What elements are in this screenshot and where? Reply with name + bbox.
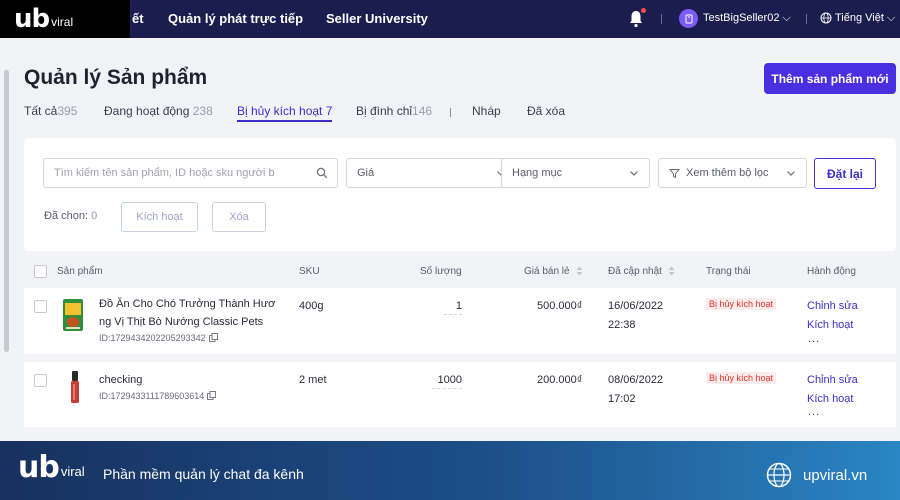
promo-banner: ub viral Phần mềm quản lý chat đa kênh u… bbox=[0, 441, 900, 500]
copy-icon[interactable] bbox=[207, 391, 217, 400]
nav-divider bbox=[661, 14, 662, 24]
filter-panel: Giá Hạng mục Xem thêm bộ lọc Đặt lại Đã … bbox=[24, 138, 896, 251]
updated-time: 22:38 bbox=[608, 319, 636, 331]
activate-link[interactable]: Kích hoạt bbox=[807, 393, 853, 405]
nav-item-cut[interactable]: ết bbox=[132, 11, 144, 26]
tab-deleted[interactable]: Đã xóa bbox=[527, 104, 565, 118]
product-sku: 400g bbox=[299, 300, 324, 312]
language-selector[interactable]: Tiếng Việt ⌵ bbox=[835, 12, 895, 25]
column-updated[interactable]: Đã cập nhật bbox=[608, 266, 675, 277]
nav-item-livestream[interactable]: Quản lý phát trực tiếp bbox=[168, 11, 303, 26]
table-header: Sản phẩm SKU Số lượng Giá bán lẻ Đã cập … bbox=[24, 258, 896, 286]
chevron-down-icon bbox=[787, 171, 795, 176]
column-sku: SKU bbox=[299, 266, 320, 277]
row-checkbox[interactable] bbox=[34, 374, 47, 387]
column-status: Trạng thái bbox=[706, 266, 751, 277]
product-id: ID:1729433111789603614 bbox=[99, 391, 217, 401]
chevron-down-icon bbox=[630, 171, 638, 176]
upviral-logo: ub viral bbox=[18, 453, 85, 483]
globe-icon bbox=[820, 12, 832, 24]
more-actions-button[interactable]: ... bbox=[808, 334, 820, 345]
sort-icon bbox=[668, 266, 675, 276]
product-thumbnail bbox=[63, 299, 83, 331]
column-price[interactable]: Giá bán lẻ bbox=[524, 266, 583, 277]
bulk-activate-button[interactable]: Kích hoạt bbox=[121, 202, 198, 232]
user-menu[interactable]: TestBigSeller02 ⌵ bbox=[703, 12, 791, 25]
nav-item-seller-university[interactable]: Seller University bbox=[326, 11, 428, 26]
search-field[interactable] bbox=[43, 158, 338, 188]
tab-active[interactable]: Đang hoạt động 238 bbox=[104, 104, 213, 118]
edit-link[interactable]: Chỉnh sửa bbox=[807, 374, 858, 386]
filter-icon bbox=[669, 168, 680, 178]
top-navigation-bar: ub viral ết Quản lý phát trực tiếp Selle… bbox=[0, 0, 900, 38]
nav-divider bbox=[806, 14, 807, 24]
more-filters-select[interactable]: Xem thêm bộ lọc bbox=[658, 158, 807, 188]
product-name[interactable]: checking bbox=[99, 371, 142, 389]
edit-link[interactable]: Chỉnh sửa bbox=[807, 300, 858, 312]
logo-mark: ub bbox=[18, 450, 60, 485]
price-select[interactable]: Giá bbox=[346, 158, 517, 188]
product-price: 200.000₫ bbox=[537, 374, 583, 386]
tab-deactivated[interactable]: Bị hủy kích hoạt 7 bbox=[237, 104, 333, 122]
tab-all[interactable]: Tất cả395 bbox=[24, 104, 77, 118]
status-badge: Bị hủy kích hoạt bbox=[706, 298, 777, 310]
category-select-value: Hạng mục bbox=[512, 167, 563, 179]
banner-slogan: Phần mềm quản lý chat đa kênh bbox=[103, 466, 304, 482]
more-filters-label: Xem thêm bộ lọc bbox=[686, 167, 769, 179]
tab-suspended[interactable]: Bị đình chỉ146 bbox=[356, 104, 432, 118]
updated-date: 16/06/2022 bbox=[608, 300, 664, 312]
product-sku: 2 met bbox=[299, 374, 327, 386]
column-quantity: Số lượng bbox=[420, 266, 462, 277]
copy-icon[interactable] bbox=[208, 333, 218, 342]
tab-draft[interactable]: Nháp bbox=[472, 104, 501, 118]
notification-dot bbox=[641, 8, 646, 13]
page-title: Quản lý Sản phẩm bbox=[24, 66, 208, 89]
product-quantity[interactable]: 1000 bbox=[432, 374, 462, 389]
column-actions: Hành động bbox=[807, 266, 856, 277]
more-actions-button[interactable]: ... bbox=[808, 407, 820, 418]
product-id: ID:1729434202205293342 bbox=[99, 333, 218, 343]
row-checkbox[interactable] bbox=[34, 300, 47, 313]
table-row: checking ID:1729433111789603614 2 met 10… bbox=[24, 362, 896, 427]
activate-link[interactable]: Kích hoạt bbox=[807, 319, 853, 331]
search-icon[interactable] bbox=[316, 167, 328, 179]
updated-time: 17:02 bbox=[608, 393, 636, 405]
search-input[interactable] bbox=[54, 167, 299, 179]
price-select-value: Giá bbox=[357, 167, 375, 179]
selected-count: Đã chọn: 0 bbox=[44, 210, 98, 222]
select-all-checkbox[interactable] bbox=[34, 265, 47, 278]
logo-mark: ub bbox=[14, 4, 50, 34]
globe-icon bbox=[766, 462, 792, 488]
add-product-button[interactable]: Thêm sản phẩm mới bbox=[764, 63, 896, 94]
category-select[interactable]: Hạng mục bbox=[501, 158, 650, 188]
updated-date: 08/06/2022 bbox=[608, 374, 664, 386]
product-quantity[interactable]: 1 bbox=[444, 300, 462, 315]
banner-website[interactable]: upviral.vn bbox=[803, 467, 867, 484]
vertical-scrollbar[interactable] bbox=[4, 70, 9, 352]
table-row: Đồ Ăn Cho Chó Trưởng Thành Hươ ng Vị Thịt… bbox=[24, 288, 896, 354]
product-thumbnail bbox=[71, 371, 79, 403]
bulk-delete-button[interactable]: Xóa bbox=[212, 202, 266, 232]
product-price: 500.000₫ bbox=[537, 300, 583, 312]
upviral-logo: ub viral bbox=[0, 0, 130, 38]
user-avatar-icon[interactable] bbox=[679, 9, 698, 28]
column-product: Sản phẩm bbox=[57, 266, 103, 277]
reset-button[interactable]: Đặt lại bbox=[814, 158, 876, 189]
sort-icon bbox=[576, 266, 583, 276]
tab-divider bbox=[450, 108, 451, 117]
status-badge: Bị hủy kích hoạt bbox=[706, 372, 777, 384]
logo-word: viral bbox=[51, 15, 74, 29]
logo-word: viral bbox=[60, 464, 85, 479]
product-name[interactable]: Đồ Ăn Cho Chó Trưởng Thành Hươ ng Vị Thịt… bbox=[99, 295, 275, 331]
